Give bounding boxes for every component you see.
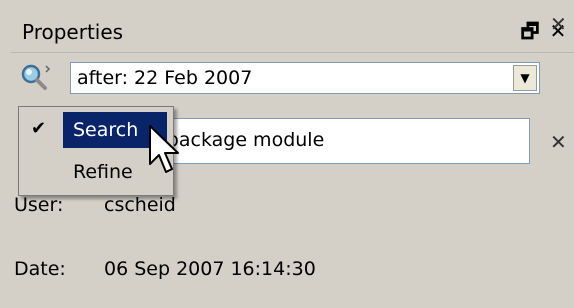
checkmark-icon: ✔	[31, 118, 47, 139]
panel-title: Properties	[22, 20, 124, 44]
search-combobox[interactable]: ▼	[70, 62, 540, 94]
clear-comment-icon[interactable]: ✕	[550, 130, 567, 154]
search-input[interactable]	[77, 65, 507, 91]
menu-item-label: Refine	[73, 161, 133, 183]
search-row: ▼	[10, 52, 574, 104]
search-magnifier-icon[interactable]	[18, 62, 52, 92]
clear-search-icon[interactable]: ✕	[550, 12, 567, 36]
user-label: User:	[14, 194, 64, 216]
window-frame-left	[0, 0, 10, 308]
properties-titlebar: Properties 🗗 ✕	[10, 12, 574, 53]
mouse-pointer-icon	[148, 124, 182, 178]
date-value: 06 Sep 2007 16:14:30	[104, 258, 316, 280]
user-value: cscheid	[104, 194, 176, 216]
chevron-down-icon[interactable]: ▼	[513, 65, 537, 91]
float-window-icon[interactable]: 🗗	[518, 18, 542, 44]
menu-item-label: Search	[73, 119, 139, 141]
date-label: Date:	[14, 258, 66, 280]
